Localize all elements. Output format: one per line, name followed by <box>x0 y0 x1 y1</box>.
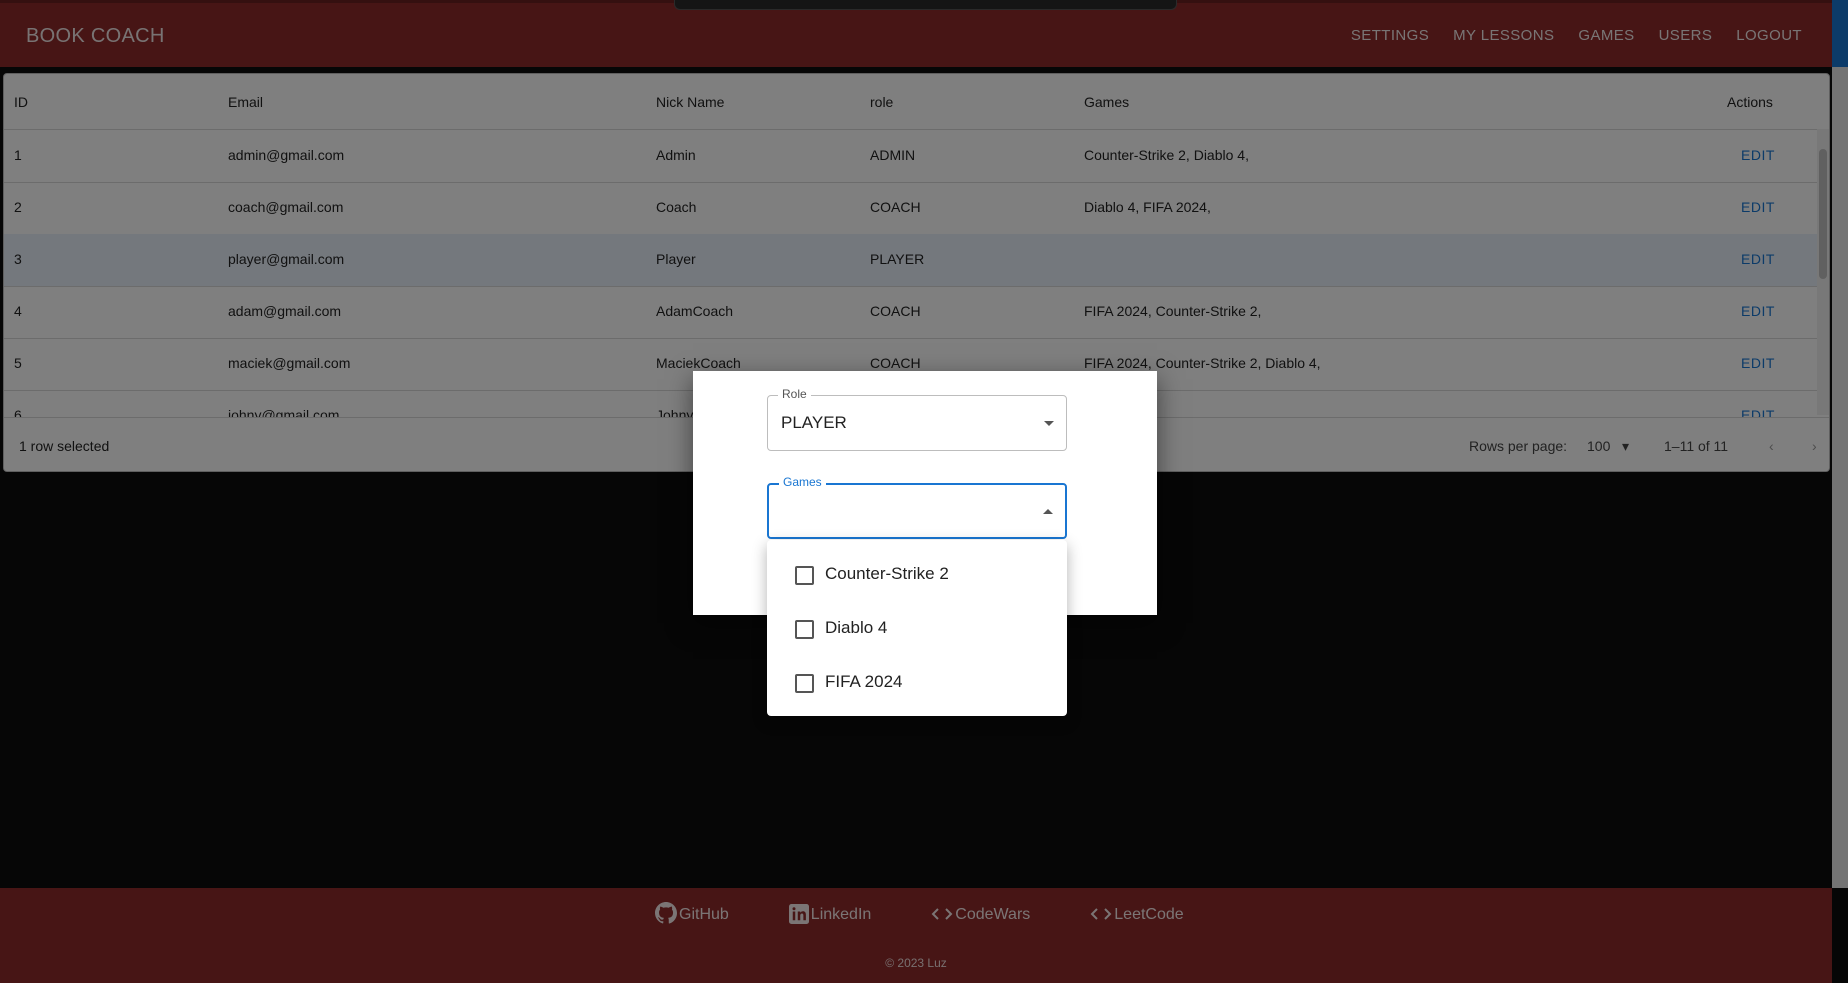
menu-option-diablo-4[interactable]: Diablo 4 <box>767 602 1067 656</box>
option-label: FIFA 2024 <box>825 672 903 691</box>
checkbox-icon[interactable] <box>795 566 814 585</box>
games-dropdown-menu: Counter-Strike 2 Diablo 4 FIFA 2024 <box>767 540 1067 716</box>
option-label: Diablo 4 <box>825 618 888 637</box>
role-label: Role <box>778 387 811 401</box>
chevron-down-icon <box>1044 421 1054 426</box>
checkbox-icon[interactable] <box>795 620 814 639</box>
option-label: Counter-Strike 2 <box>825 564 949 583</box>
role-select[interactable]: Role PLAYER <box>767 387 1067 451</box>
menu-option-counter-strike-2[interactable]: Counter-Strike 2 <box>767 548 1067 602</box>
checkbox-icon[interactable] <box>795 674 814 693</box>
games-select[interactable]: Games <box>767 475 1067 539</box>
chevron-up-icon <box>1043 509 1053 514</box>
role-value: PLAYER <box>781 413 847 432</box>
menu-option-fifa-2024[interactable]: FIFA 2024 <box>767 656 1067 710</box>
games-label: Games <box>779 475 826 489</box>
